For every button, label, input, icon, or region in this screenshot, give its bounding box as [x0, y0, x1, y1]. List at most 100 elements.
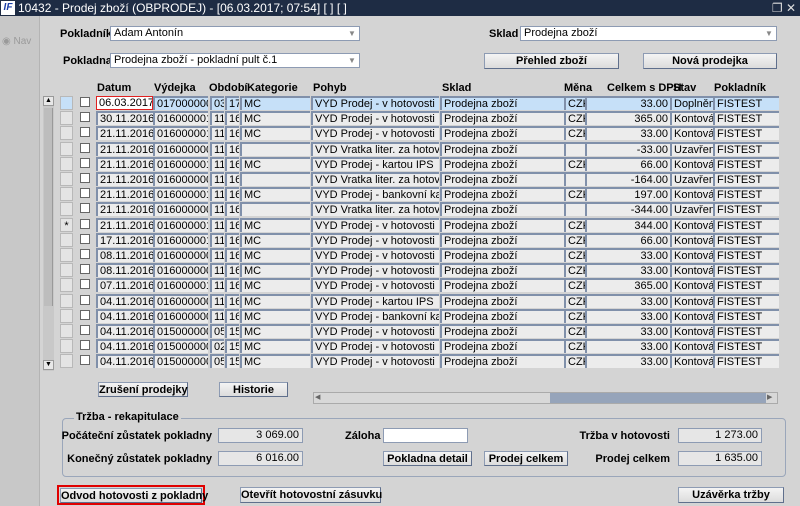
cell-celkem[interactable]: 33.00 — [585, 248, 670, 262]
cell-vydejka[interactable]: 0160000001 — [153, 202, 208, 217]
cell-datum[interactable]: 04.11.2016 — [96, 308, 153, 323]
cell-mena[interactable]: CZK — [564, 232, 585, 247]
cell-vydejka[interactable]: 0160000009 — [153, 308, 208, 323]
cell-sklad[interactable]: Prodejna zboží — [440, 278, 564, 293]
cell-obdobi-year[interactable]: 17 — [225, 96, 239, 110]
cell-datum[interactable]: 08.11.2016 — [96, 248, 153, 262]
cell-sklad[interactable]: Prodejna zboží — [440, 156, 564, 171]
cell-datum[interactable]: 07.11.2016 — [96, 278, 153, 293]
cell-mena[interactable]: CZK — [564, 308, 585, 323]
row-checkbox[interactable] — [80, 355, 90, 366]
cell-pohyb[interactable]: VYD Prodej - v hotovosti — [311, 126, 439, 141]
cell-pohyb[interactable]: VYD Prodej - v hotovosti — [311, 278, 439, 293]
cell-pohyb[interactable]: VYD Prodej - v hotovosti — [311, 339, 439, 354]
cell-vydejka[interactable]: 0160000015 — [153, 232, 208, 247]
cell-stav[interactable]: Kontován — [670, 187, 714, 202]
cell-stav[interactable]: Kontován — [670, 248, 714, 262]
cell-kategorie[interactable]: MC — [240, 263, 310, 278]
cell-pokladnik[interactable]: FISTEST — [713, 354, 779, 369]
cell-kategorie[interactable] — [240, 172, 310, 186]
cell-stav[interactable]: Kontován — [670, 278, 714, 293]
cell-sklad[interactable]: Prodejna zboží — [440, 111, 564, 126]
cell-vydejka[interactable]: 0160000016 — [153, 217, 208, 232]
row-selector[interactable] — [60, 187, 73, 202]
cell-obdobi-year[interactable]: 16 — [225, 308, 239, 323]
cell-stav[interactable]: Kontován — [670, 111, 714, 126]
pokladna-select[interactable]: Prodejna zboží - pokladní pult č.1 ▼ — [110, 53, 360, 68]
cell-kategorie[interactable]: MC — [240, 232, 310, 247]
row-selector[interactable] — [60, 111, 73, 126]
cell-mena[interactable]: CZK — [564, 126, 585, 141]
cell-vydejka[interactable]: 0160000008 — [153, 248, 208, 262]
scroll-up-icon[interactable]: ▲ — [43, 96, 54, 106]
cell-vydejka[interactable]: 0160000006 — [153, 263, 208, 278]
cell-celkem[interactable]: 197.00 — [585, 187, 670, 202]
uzaverka-trzby-button[interactable]: Uzávěrka tržby — [678, 487, 784, 503]
cell-obdobi-month[interactable]: 03 — [210, 96, 224, 110]
cell-vydejka[interactable]: 0160000010 — [153, 187, 208, 202]
cell-datum[interactable]: 21.11.2016 — [96, 156, 153, 171]
cell-obdobi-month[interactable]: 02 — [210, 339, 224, 354]
cell-kategorie[interactable]: MC — [240, 354, 310, 369]
otevrit-zasuvku-button[interactable]: Otevřít hotovostní zásuvku — [240, 487, 382, 503]
row-selector[interactable] — [60, 339, 73, 354]
cell-mena[interactable]: CZK — [564, 293, 585, 308]
cell-stav[interactable]: Doplněn — [670, 96, 714, 110]
cell-obdobi-year[interactable]: 16 — [225, 156, 239, 171]
header-celkem[interactable]: Celkem s DPH — [607, 82, 682, 94]
scroll-right-icon[interactable]: ▶ — [767, 393, 777, 403]
row-selector[interactable] — [60, 172, 73, 186]
cell-obdobi-month[interactable]: 11 — [210, 141, 224, 156]
cell-obdobi-month[interactable]: 11 — [210, 293, 224, 308]
row-selector[interactable] — [60, 232, 73, 247]
cell-mena[interactable]: CZK — [564, 354, 585, 369]
cell-datum[interactable]: 08.11.2016 — [96, 263, 153, 278]
row-selector[interactable] — [60, 308, 73, 323]
cell-vydejka[interactable]: 0150000005 — [153, 354, 208, 369]
cell-datum[interactable]: 21.11.2016 — [96, 172, 153, 186]
cell-kategorie[interactable]: MC — [240, 156, 310, 171]
cell-sklad[interactable]: Prodejna zboží — [440, 141, 564, 156]
row-checkbox[interactable] — [80, 249, 90, 259]
cell-obdobi-month[interactable]: 11 — [210, 217, 224, 232]
cell-mena[interactable]: CZK — [564, 339, 585, 354]
cell-pokladnik[interactable]: FISTEST — [713, 308, 779, 323]
header-stav[interactable]: Stav — [673, 82, 696, 94]
cell-obdobi-month[interactable]: 11 — [210, 308, 224, 323]
cell-pokladnik[interactable]: FISTEST — [713, 141, 779, 156]
cell-stav[interactable]: Kontován — [670, 354, 714, 369]
cell-vydejka[interactable]: 0160000002 — [153, 172, 208, 186]
cell-vydejka[interactable]: 0160000007 — [153, 293, 208, 308]
cell-obdobi-year[interactable]: 16 — [225, 263, 239, 278]
cell-celkem[interactable]: 66.00 — [585, 156, 670, 171]
cell-mena[interactable]: CZK — [564, 217, 585, 232]
cell-mena[interactable]: CZK — [564, 187, 585, 202]
cell-obdobi-year[interactable]: 15 — [225, 354, 239, 369]
row-checkbox[interactable] — [80, 188, 90, 199]
cell-kategorie[interactable]: MC — [240, 187, 310, 202]
cell-obdobi-year[interactable]: 16 — [225, 248, 239, 262]
cell-pohyb[interactable]: VYD Vratka liter. za hotové * — [311, 202, 439, 217]
cell-pohyb[interactable]: VYD Prodej - v hotovosti — [311, 324, 439, 338]
cell-pohyb[interactable]: VYD Vratka liter. za hotové * — [311, 141, 439, 156]
cell-sklad[interactable]: Prodejna zboží — [440, 263, 564, 278]
row-checkbox[interactable] — [80, 233, 90, 244]
cell-vydejka[interactable]: 0160000013 — [153, 126, 208, 141]
row-selector[interactable] — [60, 293, 73, 308]
cell-mena[interactable]: CZK — [564, 263, 585, 278]
cell-kategorie[interactable] — [240, 141, 310, 156]
cell-kategorie[interactable]: MC — [240, 96, 310, 110]
prodej-celkem-button[interactable]: Prodej celkem — [484, 451, 568, 466]
cell-obdobi-month[interactable]: 11 — [210, 263, 224, 278]
cell-datum[interactable]: 06.03.2017 — [96, 96, 153, 110]
cell-sklad[interactable]: Prodejna zboží — [440, 217, 564, 232]
cell-obdobi-month[interactable]: 11 — [210, 156, 224, 171]
cell-celkem[interactable]: -33.00 — [585, 141, 670, 156]
scroll-thumb[interactable] — [44, 108, 53, 306]
cell-obdobi-year[interactable]: 16 — [225, 217, 239, 232]
cell-datum[interactable]: 21.11.2016 — [96, 141, 153, 156]
pokladna-detail-button[interactable]: Pokladna detail — [383, 451, 472, 466]
cell-sklad[interactable]: Prodejna zboží — [440, 232, 564, 247]
cell-stav[interactable]: Kontován — [670, 263, 714, 278]
row-selector[interactable]: * — [60, 217, 73, 232]
